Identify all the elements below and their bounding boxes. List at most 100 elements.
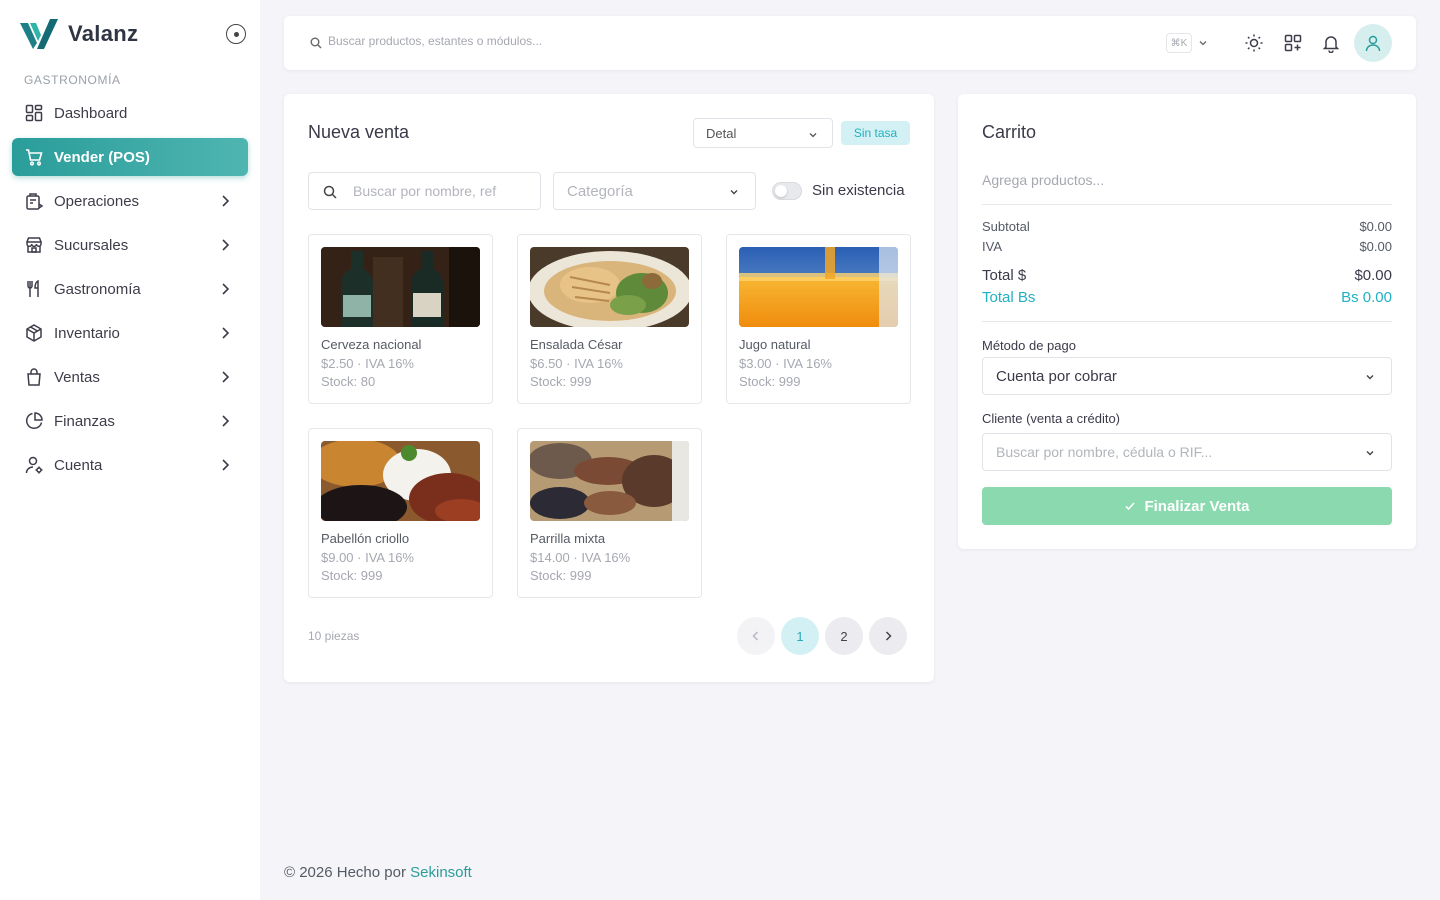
items-count: 10 piezas: [308, 629, 360, 643]
cart-title: Carrito: [982, 122, 1037, 142]
client-select[interactable]: Buscar por nombre, cédula o RIF...: [982, 433, 1392, 471]
category-placeholder: Categoría: [567, 182, 633, 200]
product-image-juice: [739, 247, 898, 327]
operations-icon: [24, 191, 44, 211]
iva-label: IVA: [982, 239, 1002, 254]
bag-icon: [24, 367, 44, 387]
sidebar-item-gastronomia[interactable]: Gastronomía: [12, 270, 248, 308]
sidebar-item-sucursales[interactable]: Sucursales: [12, 226, 248, 264]
chevron-right-icon: [222, 371, 230, 383]
product-card[interactable]: Cerveza nacional $2.50 · IVA 16% Stock: …: [308, 234, 493, 404]
next-page-button[interactable]: [869, 617, 907, 655]
search-icon: [310, 37, 322, 49]
rate-badge: Sin tasa: [841, 121, 910, 145]
sidebar-item-label: Ventas: [54, 368, 100, 386]
pie-chart-icon: [24, 411, 44, 431]
finish-sale-button[interactable]: Finalizar Venta: [982, 487, 1392, 525]
avatar[interactable]: [1354, 24, 1392, 62]
user-settings-icon: [24, 455, 44, 475]
sidebar-item-label: Inventario: [54, 324, 120, 342]
subtotal-label: Subtotal: [982, 219, 1030, 234]
sidebar-item-cuenta[interactable]: Cuenta: [12, 446, 248, 484]
chevron-down-icon[interactable]: [1198, 38, 1208, 48]
finish-sale-label: Finalizar Venta: [1144, 497, 1250, 515]
chevron-right-icon: [885, 631, 892, 641]
product-stock: Stock: 999: [530, 374, 592, 389]
product-search-input[interactable]: [353, 183, 523, 199]
sidebar-item-ventas[interactable]: Ventas: [12, 358, 248, 396]
sidebar-item-finanzas[interactable]: Finanzas: [12, 402, 248, 440]
utensils-icon: [24, 279, 44, 299]
product-price: $14.00 · IVA 16%: [530, 550, 631, 565]
sidebar-item-label: Gastronomía: [54, 280, 141, 298]
chevron-down-icon: [730, 190, 738, 195]
sidebar-item-label: Cuenta: [54, 456, 103, 474]
category-select[interactable]: Categoría: [553, 172, 756, 210]
box-icon: [24, 323, 44, 343]
client-placeholder: Buscar por nombre, cédula o RIF...: [996, 444, 1213, 460]
new-sale-title: Nueva venta: [308, 122, 410, 142]
sun-icon[interactable]: [1244, 33, 1264, 53]
dot-icon: [233, 31, 239, 37]
product-name: Cerveza nacional: [321, 337, 422, 352]
cart-card: Carrito Agrega productos... Subtotal $0.…: [958, 94, 1416, 549]
chevron-left-icon: [752, 631, 759, 641]
product-price: $6.50 · IVA 16%: [530, 356, 623, 371]
user-icon: [1365, 35, 1381, 52]
product-card[interactable]: Pabellón criollo $9.00 · IVA 16% Stock: …: [308, 428, 493, 598]
sidebar-item-inventario[interactable]: Inventario: [12, 314, 248, 352]
total-bs-value: Bs 0.00: [1341, 289, 1392, 306]
sidebar-item-label: Dashboard: [54, 104, 128, 122]
valanz-logo-icon: [20, 19, 58, 49]
stock-toggle[interactable]: [772, 182, 802, 200]
total-bs-label: Total Bs: [982, 289, 1036, 306]
product-name: Pabellón criollo: [321, 531, 410, 546]
product-image-beer: [321, 247, 480, 327]
product-image-parrilla: [530, 441, 689, 521]
check-icon: [1125, 502, 1136, 511]
payment-method-value: Cuenta por cobrar: [996, 367, 1117, 385]
chevron-down-icon: [1366, 451, 1374, 456]
product-stock: Stock: 999: [321, 568, 383, 583]
prev-page-button[interactable]: [737, 617, 775, 655]
topbar: ⌘K: [284, 16, 1416, 70]
divider: [982, 321, 1392, 322]
sidebar: Valanz GASTRONOMÍA Dashboard Vender (POS…: [0, 0, 260, 900]
subtotal-value: $0.00: [1359, 219, 1392, 234]
payment-method-select[interactable]: Cuenta por cobrar: [982, 357, 1392, 395]
product-card[interactable]: Parrilla mixta $14.00 · IVA 16% Stock: 9…: [517, 428, 702, 598]
global-search-input[interactable]: [328, 34, 928, 48]
price-list-select[interactable]: Detal: [693, 118, 833, 148]
product-search-box: [308, 172, 541, 210]
shortcut-badge: ⌘K: [1166, 33, 1192, 53]
sidebar-item-dashboard[interactable]: Dashboard: [12, 94, 248, 132]
page-button-1[interactable]: 1: [781, 617, 819, 655]
total-usd-value: $0.00: [1354, 267, 1392, 284]
payment-method-label: Método de pago: [982, 338, 1076, 353]
product-stock: Stock: 80: [321, 374, 376, 389]
footer-link[interactable]: Sekinsoft: [410, 864, 472, 881]
chevron-right-icon: [222, 415, 230, 427]
product-price: $3.00 · IVA 16%: [739, 356, 832, 371]
sidebar-item-operaciones[interactable]: Operaciones: [12, 182, 248, 220]
product-price: $2.50 · IVA 16%: [321, 356, 414, 371]
bell-icon[interactable]: [1321, 33, 1341, 53]
store-icon: [24, 235, 44, 255]
apps-grid-icon[interactable]: [1283, 33, 1303, 53]
total-usd-label: Total $: [982, 267, 1027, 284]
client-label: Cliente (venta a crédito): [982, 411, 1121, 426]
page-button-2[interactable]: 2: [825, 617, 863, 655]
stock-toggle-label: Sin existencia: [812, 182, 905, 199]
product-card[interactable]: Jugo natural $3.00 · IVA 16% Stock: 999: [726, 234, 911, 404]
product-image-pabellon: [321, 441, 480, 521]
brand[interactable]: Valanz: [20, 16, 138, 52]
chevron-down-icon: [1366, 375, 1374, 380]
sidebar-item-vender-pos[interactable]: Vender (POS): [12, 138, 248, 176]
product-card[interactable]: Ensalada César $6.50 · IVA 16% Stock: 99…: [517, 234, 702, 404]
chevron-right-icon: [222, 195, 230, 207]
price-list-value: Detal: [706, 125, 737, 141]
cart-icon: [24, 147, 44, 167]
sidebar-collapse-button[interactable]: [226, 24, 246, 44]
sidebar-item-label: Vender (POS): [54, 148, 150, 166]
product-name: Jugo natural: [739, 337, 811, 352]
